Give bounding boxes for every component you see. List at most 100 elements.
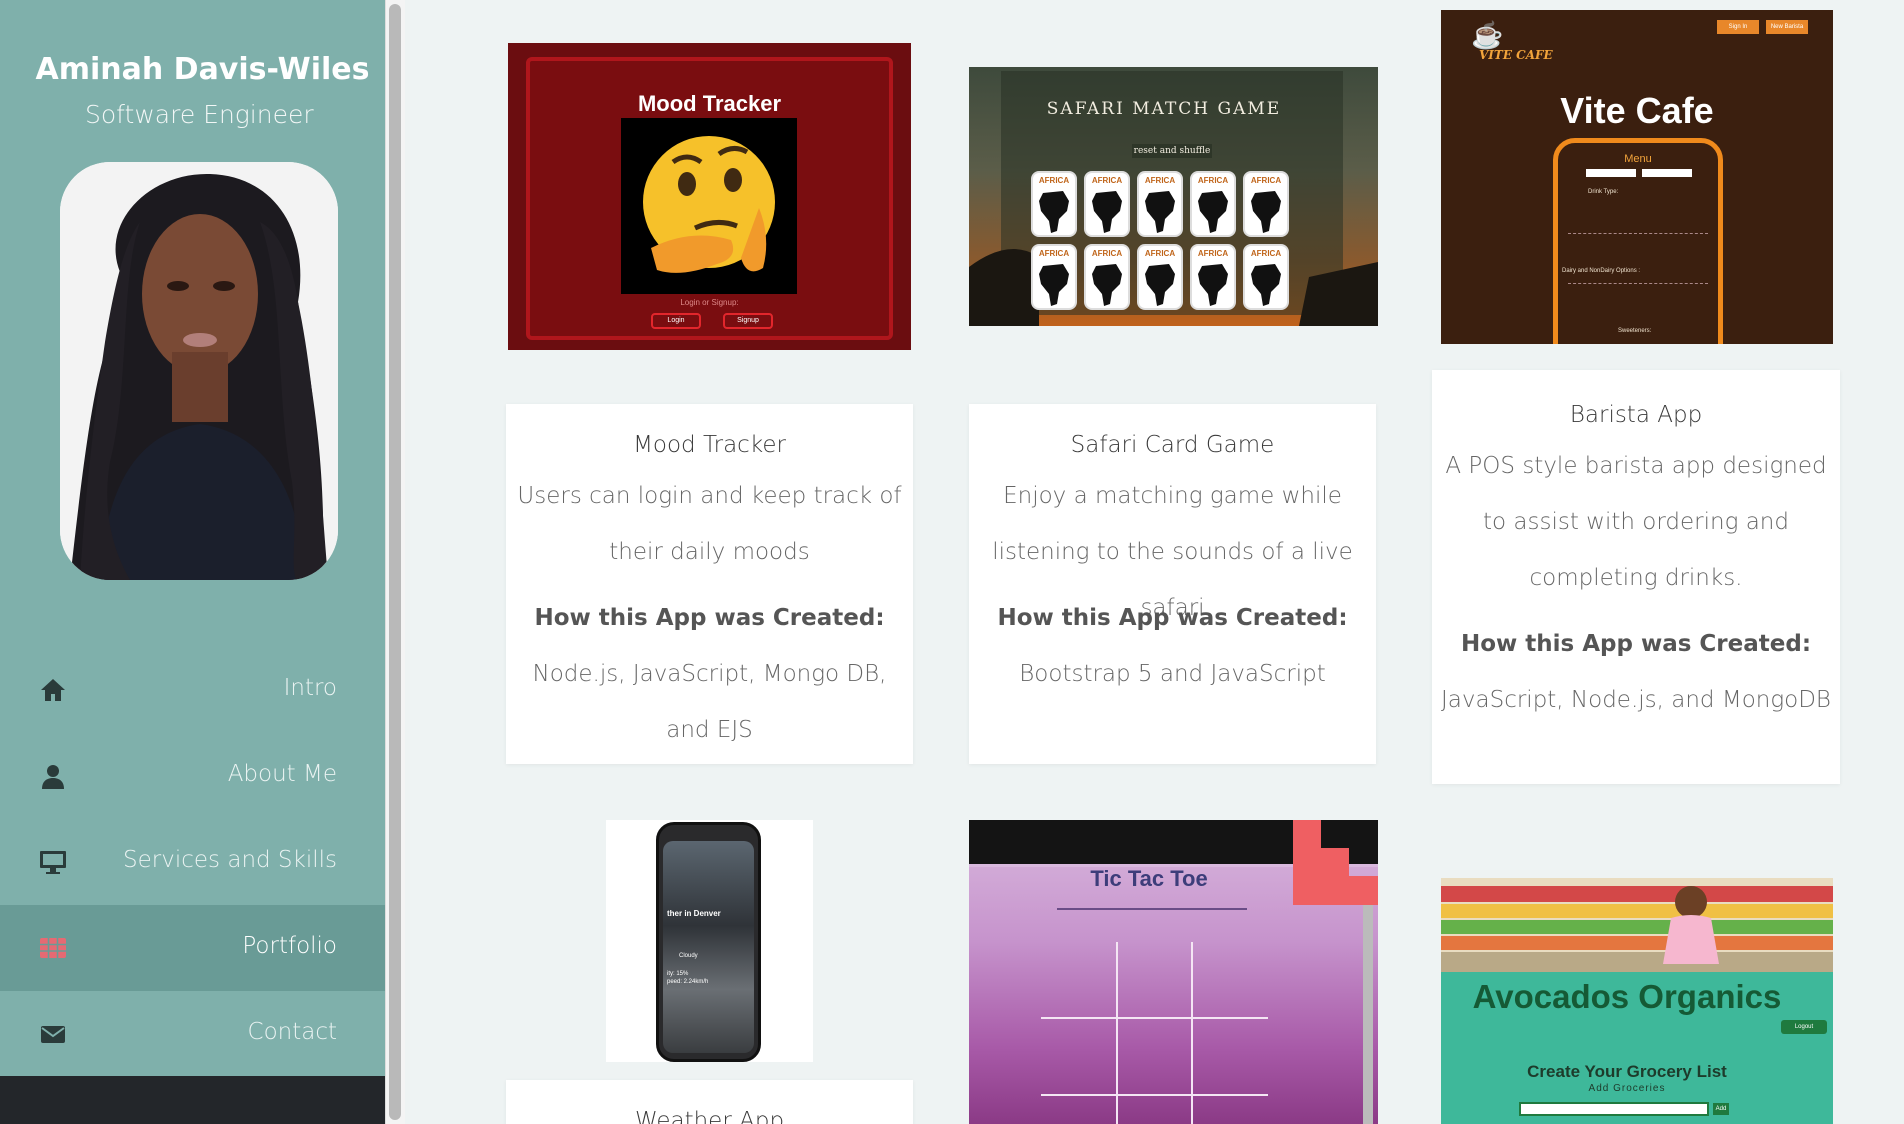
mood-tracker-screenshot[interactable]: Mood Tracker Login or Signup: Login Sign… bbox=[508, 43, 911, 350]
nav-item-about-me[interactable]: About Me bbox=[0, 733, 385, 819]
avocados-logout-button: Logout bbox=[1781, 1020, 1827, 1034]
thinking-face-icon bbox=[621, 118, 797, 294]
project-tech: How this App was Created: Node.js, JavaS… bbox=[510, 590, 909, 758]
avocados-subheading: Create Your Grocery List bbox=[1527, 1062, 1727, 1081]
project-description: Users can login and keep track of their … bbox=[517, 483, 902, 565]
weather-wind: peed: 2.24km/h bbox=[667, 979, 709, 985]
nav-label: Portfolio bbox=[242, 933, 337, 959]
safari-card: AFRICA bbox=[1190, 171, 1236, 237]
africa-map-icon bbox=[1145, 191, 1175, 233]
project-tech-value: Node.js, JavaScript, Mongo DB, and EJS bbox=[532, 661, 887, 743]
sidebar: Aminah Davis-Wiles Software Engineer Int… bbox=[0, 0, 385, 1124]
scrollbar-thumb[interactable] bbox=[389, 4, 401, 1120]
africa-map-icon bbox=[1092, 264, 1122, 306]
project-tech: How this App was Created: Bootstrap 5 an… bbox=[973, 590, 1372, 702]
vite-sign-in-button: Sign In bbox=[1717, 20, 1759, 34]
tic-tac-toe-screenshot[interactable]: Tic Tac Toe bbox=[969, 820, 1378, 1124]
avatar bbox=[60, 162, 338, 580]
safari-card-label: AFRICA bbox=[1197, 249, 1229, 258]
africa-map-icon bbox=[1039, 264, 1069, 306]
weather-humidity: ity: 15% bbox=[667, 971, 689, 977]
project-card-weather-app: Weather App bbox=[506, 1080, 913, 1124]
project-tech-label: How this App was Created: bbox=[997, 605, 1348, 631]
nav-item-contact[interactable]: Contact bbox=[0, 991, 385, 1077]
profile-name: Aminah Davis-Wiles bbox=[35, 52, 370, 87]
project-card-safari-card-game: Safari Card Game Enjoy a matching game w… bbox=[969, 404, 1376, 764]
africa-map-icon bbox=[1251, 264, 1281, 306]
safari-card: AFRICA bbox=[1031, 171, 1077, 237]
avocados-add-groceries: Add Groceries bbox=[1588, 1083, 1666, 1094]
project-title: Barista App bbox=[1569, 402, 1703, 428]
user-icon bbox=[38, 761, 68, 791]
project-card-barista-app: Barista App A POS style barista app desi… bbox=[1432, 370, 1840, 784]
vite-cafe-heading: Vite Cafe bbox=[1560, 90, 1714, 131]
africa-map-icon bbox=[1039, 191, 1069, 233]
africa-map-icon bbox=[1145, 264, 1175, 306]
nav-item-services-and-skills[interactable]: Services and Skills bbox=[0, 819, 385, 905]
vite-cafe-logo: VITE CAFE bbox=[1479, 48, 1553, 62]
mood-tracker-heading: Mood Tracker bbox=[637, 91, 782, 116]
nav-item-intro[interactable]: Intro bbox=[0, 647, 385, 733]
avocados-add-button: Add bbox=[1713, 1103, 1729, 1115]
project-title: Safari Card Game bbox=[1070, 432, 1275, 458]
safari-card-label: AFRICA bbox=[1250, 176, 1282, 185]
vite-sweeteners: Sweeteners: bbox=[1618, 328, 1652, 334]
nav-label: Contact bbox=[247, 1019, 337, 1045]
safari-card-label: AFRICA bbox=[1091, 249, 1123, 258]
africa-map-icon bbox=[1198, 264, 1228, 306]
safari-card-label: AFRICA bbox=[1197, 176, 1229, 185]
grocery-store-illustration bbox=[1441, 878, 1833, 972]
safari-card: AFRICA bbox=[1031, 244, 1077, 310]
profile-role: Software Engineer bbox=[85, 100, 314, 129]
safari-card: AFRICA bbox=[1084, 244, 1130, 310]
mood-tracker-login-button: Login bbox=[651, 313, 701, 329]
safari-card-label: AFRICA bbox=[1038, 249, 1070, 258]
safari-card-label: AFRICA bbox=[1038, 176, 1070, 185]
project-title: Weather App bbox=[634, 1108, 785, 1124]
mood-tracker-login-text: Login or Signup: bbox=[680, 298, 739, 307]
nav-label: Intro bbox=[283, 675, 337, 701]
nav-label: About Me bbox=[227, 761, 337, 787]
phone-frame: ther in Denver Cloudy ity: 15% peed: 2.2… bbox=[656, 822, 761, 1062]
safari-reset-button: reset and shuffle bbox=[1132, 144, 1212, 158]
safari-card: AFRICA bbox=[1243, 244, 1289, 310]
project-tech-label: How this App was Created: bbox=[1460, 631, 1812, 657]
safari-card: AFRICA bbox=[1137, 171, 1183, 237]
vite-new-barista-button: New Barista bbox=[1766, 20, 1808, 34]
safari-card-label: AFRICA bbox=[1144, 249, 1176, 258]
safari-game-screenshot[interactable]: SAFARI MATCH GAME reset and shuffle AFRI… bbox=[969, 67, 1378, 326]
weather-app-screenshot[interactable]: ther in Denver Cloudy ity: 15% peed: 2.2… bbox=[606, 820, 813, 1062]
safari-card-label: AFRICA bbox=[1250, 249, 1282, 258]
safari-card-label: AFRICA bbox=[1091, 176, 1123, 185]
project-tech-label: How this App was Created: bbox=[534, 605, 885, 631]
grid-icon bbox=[38, 933, 68, 963]
safari-card: AFRICA bbox=[1243, 171, 1289, 237]
barista-app-screenshot[interactable]: ☕ VITE CAFE Sign In New Barista Vite Caf… bbox=[1441, 10, 1833, 344]
home-icon bbox=[38, 675, 68, 705]
africa-map-icon bbox=[1198, 191, 1228, 233]
weather-city: ther in Denver bbox=[667, 909, 721, 918]
nav-item-portfolio[interactable]: Portfolio bbox=[0, 905, 385, 991]
desktop-icon bbox=[38, 847, 68, 877]
weather-condition: Cloudy bbox=[679, 953, 698, 959]
project-title: Mood Tracker bbox=[633, 432, 786, 458]
corner-ribbon-icon bbox=[1293, 820, 1378, 905]
project-card-mood-tracker: Mood Tracker Users can login and keep tr… bbox=[506, 404, 913, 764]
project-tech: How this App was Created: JavaScript, No… bbox=[1436, 616, 1836, 728]
mood-tracker-signup-button: Signup bbox=[723, 313, 773, 329]
coffee-cup-icon: ☕ bbox=[1471, 20, 1504, 50]
safari-card-label: AFRICA bbox=[1144, 176, 1176, 185]
safari-card: AFRICA bbox=[1084, 171, 1130, 237]
africa-map-icon bbox=[1092, 191, 1122, 233]
tic-tac-toe-heading: Tic Tac Toe bbox=[1090, 866, 1208, 891]
safari-heading: SAFARI MATCH GAME bbox=[1046, 99, 1282, 119]
vite-menu-heading: Menu bbox=[1624, 153, 1652, 165]
vite-dairy-options: Dairy and NonDairy Options : bbox=[1562, 268, 1641, 274]
safari-card: AFRICA bbox=[1190, 244, 1236, 310]
safari-card: AFRICA bbox=[1137, 244, 1183, 310]
avocados-heading: Avocados Organics bbox=[1472, 978, 1782, 1015]
grocery-app-screenshot[interactable]: Avocados Organics Logout Create Your Gro… bbox=[1441, 878, 1833, 1124]
envelope-icon bbox=[38, 1019, 68, 1049]
project-tech-value: JavaScript, Node.js, and MongoDB bbox=[1441, 687, 1831, 713]
project-description: A POS style barista app designed to assi… bbox=[1445, 453, 1827, 591]
